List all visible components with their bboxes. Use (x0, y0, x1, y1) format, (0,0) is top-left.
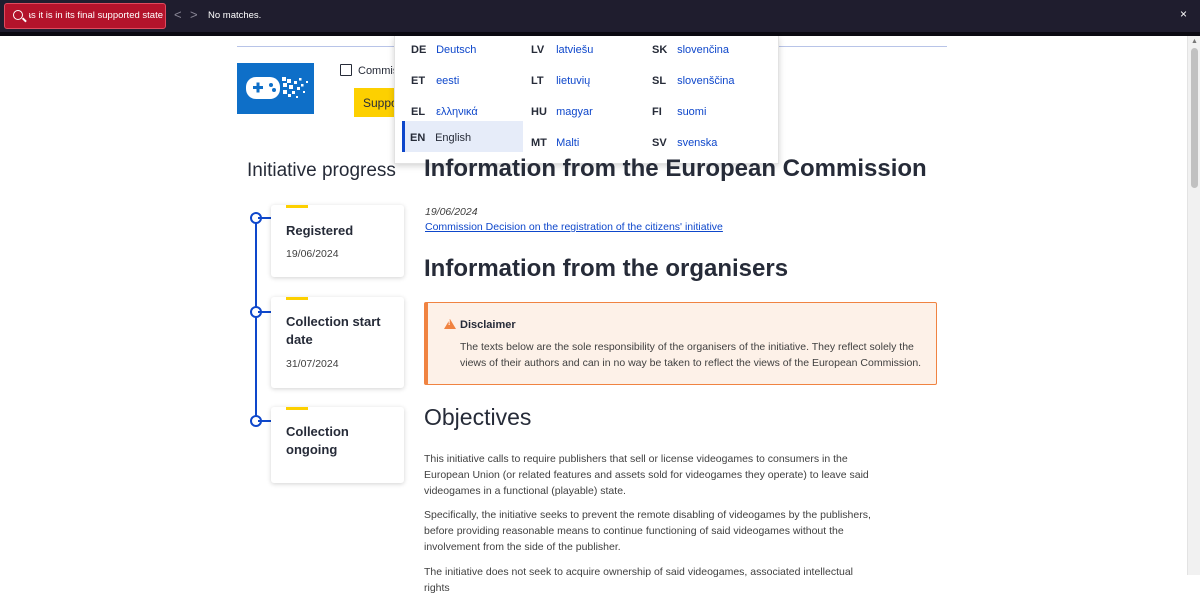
language-option-en[interactable]: EN English (402, 121, 523, 152)
step-title: Registered (286, 223, 354, 238)
step-accent (286, 407, 308, 410)
language-option-sl[interactable]: SL slovenščina (644, 67, 735, 95)
find-bar: ctly as it is in its final supported sta… (0, 0, 1200, 32)
warning-icon (444, 319, 456, 329)
step-date: 31/07/2024 (286, 358, 339, 370)
step-title: Collection start date (286, 314, 381, 347)
language-option-de[interactable]: DE Deutsch (403, 36, 476, 64)
scroll-up-icon[interactable]: ▲ (1191, 38, 1198, 45)
find-status: No matches. (208, 10, 262, 21)
edit-icon (340, 64, 352, 76)
organisers-heading: Information from the organisers (424, 255, 789, 282)
find-previous-button[interactable]: < (174, 7, 182, 23)
language-option-sv[interactable]: SV svenska (644, 129, 717, 157)
language-option-lv[interactable]: LV latviešu (523, 36, 593, 64)
progress-step-collection-ongoing: Collection ongoing (271, 407, 404, 483)
commission-link-label: Commis (358, 65, 399, 77)
step-accent (286, 297, 308, 300)
language-option-mt[interactable]: MT Malti (523, 129, 579, 157)
find-close-button[interactable]: × (1180, 7, 1187, 21)
search-icon (13, 10, 23, 20)
commission-decision-link[interactable]: Commission Decision on the registration … (425, 221, 723, 233)
find-query: ctly as it is in its final supported sta… (29, 10, 163, 21)
objectives-paragraph: This initiative calls to require publish… (424, 453, 869, 497)
page-scrollbar[interactable]: ▲ (1187, 36, 1200, 575)
language-option-lt[interactable]: LT lietuvių (523, 67, 590, 95)
disclaimer-box: Disclaimer The texts below are the sole … (424, 302, 937, 385)
objectives-paragraph: Specifically, the initiative seeks to pr… (424, 509, 871, 553)
language-option-hu[interactable]: HU magyar (523, 98, 593, 126)
language-option-et[interactable]: ET eesti (403, 67, 459, 95)
commission-heading: Information from the European Commission (424, 155, 927, 182)
commission-link[interactable]: Commis (340, 64, 398, 77)
step-title: Collection ongoing (286, 424, 349, 457)
objectives-heading: Objectives (424, 404, 532, 430)
step-accent (286, 205, 308, 208)
timeline-connector (258, 311, 271, 313)
language-option-fi[interactable]: FI suomi (644, 98, 706, 126)
disclaimer-title: Disclaimer (460, 319, 516, 331)
timeline-line (255, 218, 257, 422)
step-date: 19/06/2024 (286, 248, 339, 260)
objectives-paragraph: The initiative does not seek to acquire … (424, 566, 853, 594)
language-option-sk[interactable]: SK slovenčina (644, 36, 729, 64)
disclaimer-text: The texts below are the sole responsibil… (460, 341, 922, 369)
initiative-logo (237, 63, 314, 114)
find-input[interactable]: ctly as it is in its final supported sta… (4, 3, 166, 29)
support-button[interactable]: Suppo (354, 88, 394, 117)
find-next-button[interactable]: > (190, 7, 198, 23)
progress-step-registered: Registered 19/06/2024 (271, 205, 404, 277)
gamepad-logo-icon (246, 77, 308, 99)
progress-step-collection-start: Collection start date 31/07/2024 (271, 297, 404, 388)
language-dropdown: DE Deutsch LV latviešu SK slovenčina ET … (394, 36, 779, 164)
timeline-connector (258, 217, 271, 219)
scrollbar-thumb[interactable] (1191, 48, 1198, 188)
timeline-connector (258, 420, 271, 422)
progress-title: Initiative progress (247, 160, 396, 181)
decision-date: 19/06/2024 (425, 206, 478, 218)
